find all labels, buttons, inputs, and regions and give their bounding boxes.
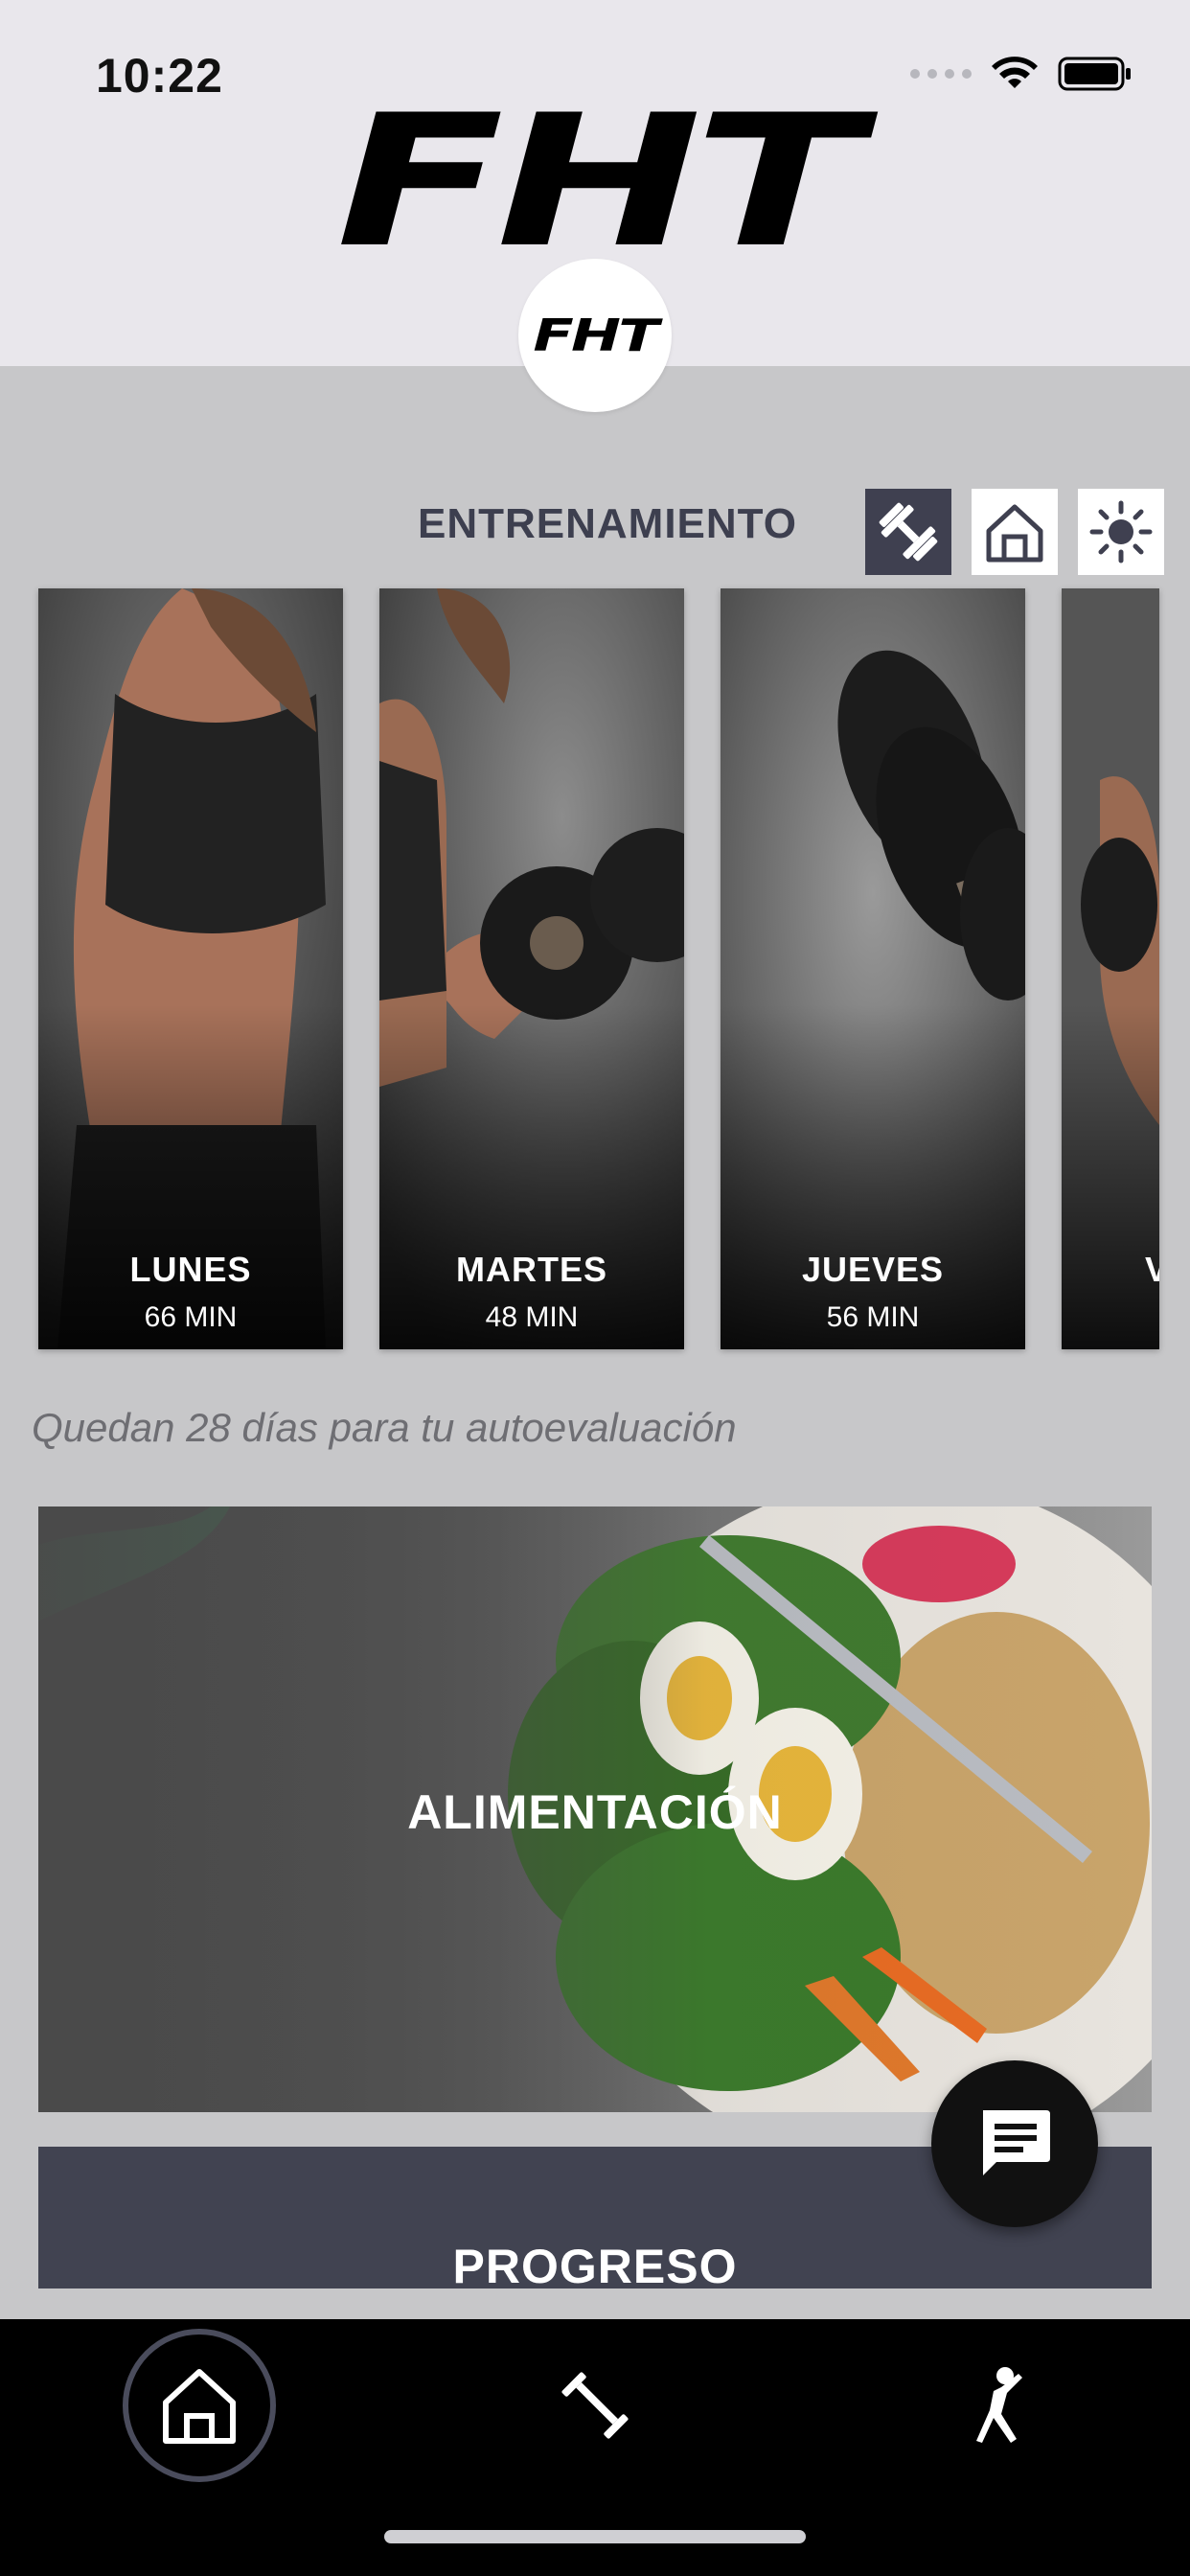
status-time: 10:22 (96, 49, 223, 103)
day-duration: 56 MIN (826, 1301, 920, 1333)
nutrition-title: ALIMENTACIÓN (407, 1785, 783, 1839)
nav-home[interactable] (123, 2329, 276, 2482)
nav-training[interactable] (518, 2329, 672, 2482)
chat-button[interactable] (931, 2060, 1098, 2227)
day-name: V (1144, 1250, 1159, 1289)
dumbbell-icon (879, 502, 938, 562)
self-evaluation-countdown: Quedan 28 días para tu autoevaluación (32, 1405, 737, 1450)
fht-badge-text: FHT (533, 310, 659, 361)
day-name: MARTES (456, 1250, 607, 1289)
day-card-jueves[interactable]: JUEVES 56 MIN (721, 588, 1025, 1349)
mode-outdoor-button[interactable] (1078, 489, 1164, 575)
nav-stretching[interactable] (914, 2329, 1067, 2482)
day-duration: 48 MIN (485, 1301, 579, 1333)
fht-badge[interactable]: FHT (518, 259, 672, 412)
mode-gym-button[interactable] (865, 489, 951, 575)
wifi-icon (992, 57, 1038, 88)
stretching-person-icon (976, 2367, 1022, 2443)
progress-title: PROGRESO (452, 2240, 738, 2293)
sun-icon (1089, 500, 1153, 564)
home-indicator[interactable] (384, 2530, 806, 2543)
nutrition-card[interactable]: ALIMENTACIÓN (38, 1506, 1152, 2112)
day-card-martes[interactable]: MARTES 48 MIN (379, 588, 684, 1349)
fht-logo: FHT (335, 76, 862, 288)
battery-icon (1058, 57, 1131, 91)
day-card-viernes[interactable]: V (1062, 588, 1159, 1349)
mode-home-button[interactable] (972, 489, 1058, 575)
dumbbell-icon (561, 2372, 629, 2439)
home-icon (986, 504, 1043, 563)
status-icons (910, 56, 1133, 92)
day-name: JUEVES (801, 1250, 945, 1289)
cellular-signal-icon (910, 69, 972, 79)
chat-icon (983, 2110, 1050, 2175)
day-card-lunes[interactable]: LUNES 66 MIN (38, 588, 343, 1349)
day-name: LUNES (129, 1250, 252, 1289)
day-duration: 66 MIN (144, 1301, 238, 1333)
home-screen: 10:22 FHT FHT ENTRENAMIENTO LUNES 66 MIN… (0, 0, 1190, 2576)
training-section-title: ENTRENAMIENTO (418, 500, 797, 547)
